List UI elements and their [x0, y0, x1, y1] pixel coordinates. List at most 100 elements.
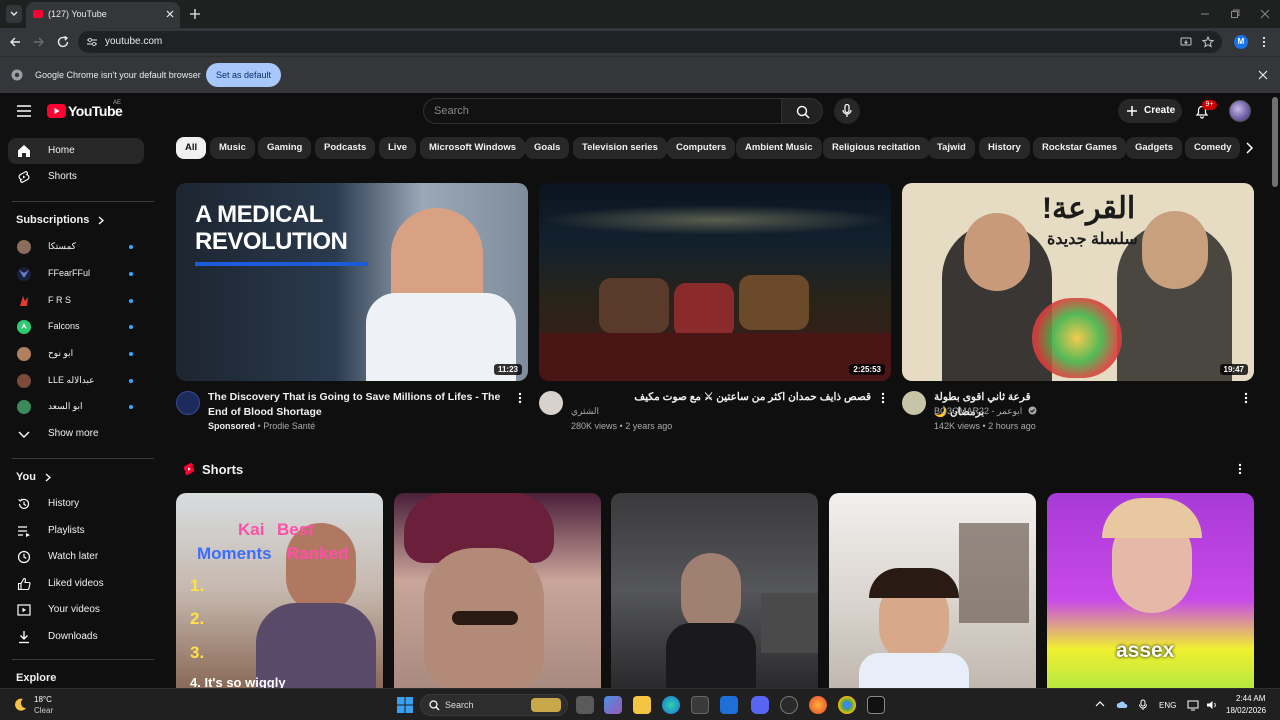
- chips-next-arrow-icon[interactable]: [1244, 141, 1254, 155]
- subscriptions-heading[interactable]: Subscriptions: [16, 214, 105, 226]
- sidebar-item-liked-videos[interactable]: Liked videos: [8, 571, 144, 597]
- subscription-item[interactable]: LLE عبدالاله: [8, 369, 144, 393]
- short-card[interactable]: [394, 493, 601, 688]
- address-bar[interactable]: youtube.com: [78, 31, 1222, 53]
- chrome-app-icon[interactable]: [838, 696, 856, 714]
- scrollbar-thumb[interactable]: [1272, 97, 1278, 187]
- hamburger-menu-icon[interactable]: [17, 105, 31, 117]
- short-card[interactable]: [829, 493, 1036, 688]
- video-title[interactable]: The Discovery That is Going to Save Mill…: [208, 390, 514, 420]
- back-arrow-icon[interactable]: [8, 35, 22, 49]
- channel-name[interactable]: الشثري: [571, 406, 599, 417]
- channel-avatar[interactable]: [902, 391, 926, 415]
- advertiser-name[interactable]: Prodie Santé: [263, 421, 315, 431]
- browser-tab[interactable]: (127) YouTube: [26, 2, 180, 28]
- mail-app-icon[interactable]: [720, 696, 738, 714]
- forward-arrow-icon[interactable]: [32, 35, 46, 49]
- new-tab-plus-icon[interactable]: [189, 8, 201, 20]
- account-avatar[interactable]: [1229, 100, 1251, 122]
- discord-app-icon[interactable]: [751, 696, 769, 714]
- channel-avatar[interactable]: [176, 391, 200, 415]
- video-thumbnail[interactable]: A MEDICAL REVOLUTION 11:23: [176, 183, 528, 381]
- subscription-item[interactable]: ابو السعد: [8, 395, 144, 419]
- chip-gaming[interactable]: Gaming: [258, 137, 312, 159]
- chip-rockstar-games[interactable]: Rockstar Games: [1033, 137, 1126, 159]
- chip-history[interactable]: History: [979, 137, 1030, 159]
- search-box[interactable]: [423, 98, 782, 124]
- page-scrollbar[interactable]: [1270, 93, 1280, 688]
- create-button[interactable]: Create: [1118, 99, 1182, 123]
- short-card[interactable]: Kai Best Moments Ranked 1. 2. 3. 4. It's…: [176, 493, 383, 688]
- microsoft-store-icon[interactable]: [691, 696, 709, 714]
- voice-search-button[interactable]: [834, 98, 860, 124]
- edge-browser-icon[interactable]: [662, 696, 680, 714]
- short-card[interactable]: [611, 493, 818, 688]
- sidebar-item-downloads[interactable]: Downloads: [8, 624, 144, 650]
- browser-profile-avatar[interactable]: M: [1234, 35, 1248, 49]
- video-thumbnail[interactable]: 2:25:53: [539, 183, 891, 381]
- chip-comedy[interactable]: Comedy: [1185, 137, 1241, 159]
- search-input[interactable]: [434, 105, 764, 117]
- restore-window-icon[interactable]: [1230, 9, 1240, 19]
- you-heading[interactable]: You: [16, 471, 52, 483]
- chip-all[interactable]: All: [176, 137, 207, 159]
- install-app-icon[interactable]: [1180, 36, 1192, 48]
- chip-gadgets[interactable]: Gadgets: [1126, 137, 1183, 159]
- subscription-item[interactable]: F R S: [8, 289, 144, 313]
- channel-name[interactable]: BO3OMAR22 - ابوعمر: [934, 406, 1037, 417]
- site-info-icon[interactable]: [86, 36, 98, 48]
- video-title[interactable]: قصص ذايف حمدان اكثر من ساعتين ⚔ مع صوت م…: [571, 390, 871, 405]
- sidebar-item-history[interactable]: History: [8, 491, 144, 517]
- chip-tajwid[interactable]: Tajwid: [928, 137, 975, 159]
- task-view-icon[interactable]: [576, 696, 594, 714]
- tray-overflow-chevron-icon[interactable]: [1095, 700, 1105, 708]
- chip-ambient-music[interactable]: Ambient Music: [736, 137, 822, 159]
- set-as-default-button[interactable]: Set as default: [206, 63, 281, 87]
- search-button[interactable]: [781, 98, 823, 124]
- chip-goals[interactable]: Goals: [525, 137, 570, 159]
- file-explorer-icon[interactable]: [633, 696, 651, 714]
- sidebar-item-playlists[interactable]: Playlists: [8, 518, 144, 544]
- reload-icon[interactable]: [56, 35, 70, 49]
- channel-avatar[interactable]: [539, 391, 563, 415]
- sidebar-item-watch-later[interactable]: Watch later: [8, 544, 144, 570]
- sidebar-item-your-videos[interactable]: Your videos: [8, 597, 144, 623]
- network-icon[interactable]: [1187, 699, 1199, 711]
- close-tab-icon[interactable]: [165, 9, 175, 19]
- video-thumbnail[interactable]: القرعة! سلسلة جديدة 19:47: [902, 183, 1254, 381]
- shorts-menu-kebab-icon[interactable]: [1238, 463, 1242, 475]
- sidebar-item-shorts[interactable]: Shorts: [8, 164, 144, 190]
- chip-television-series[interactable]: Television series: [573, 137, 667, 159]
- subscription-item[interactable]: Falcons: [8, 315, 144, 339]
- subscription-item[interactable]: ابو نوح: [8, 342, 144, 366]
- close-infobar-icon[interactable]: [1258, 70, 1268, 80]
- youtube-logo-icon[interactable]: [47, 104, 66, 118]
- chip-religious-recitation[interactable]: Religious recitation: [823, 137, 930, 159]
- sidebar-item-home[interactable]: Home: [8, 138, 144, 164]
- chip-live[interactable]: Live: [379, 137, 417, 159]
- bookmark-star-icon[interactable]: [1202, 36, 1214, 48]
- video-menu-kebab-icon[interactable]: [518, 392, 522, 404]
- subscription-item[interactable]: FFearFFul: [8, 262, 144, 286]
- chip-computers[interactable]: Computers: [667, 137, 736, 159]
- firefox-app-icon[interactable]: [809, 696, 827, 714]
- chrome-menu-kebab-icon[interactable]: [1262, 36, 1266, 48]
- video-menu-kebab-icon[interactable]: [881, 392, 885, 404]
- short-card[interactable]: assex: [1047, 493, 1254, 688]
- onedrive-cloud-icon[interactable]: [1116, 699, 1128, 711]
- tab-search-button[interactable]: [6, 5, 22, 23]
- widgets-app-icon[interactable]: [604, 696, 622, 714]
- volume-icon[interactable]: [1206, 699, 1218, 711]
- chip-microsoft-windows[interactable]: Microsoft Windows: [420, 137, 525, 159]
- chip-podcasts[interactable]: Podcasts: [315, 137, 376, 159]
- show-more-button[interactable]: Show more: [8, 421, 144, 447]
- taskbar-search[interactable]: Search: [420, 694, 568, 716]
- microphone-tray-icon[interactable]: [1137, 699, 1149, 711]
- subscription-item[interactable]: كمستكا: [8, 235, 144, 259]
- epic-games-icon[interactable]: [867, 696, 885, 714]
- video-menu-kebab-icon[interactable]: [1244, 392, 1248, 404]
- windows-start-icon[interactable]: [397, 697, 413, 713]
- input-language[interactable]: ENG: [1159, 701, 1176, 710]
- chip-music[interactable]: Music: [210, 137, 255, 159]
- moon-weather-icon[interactable]: [12, 697, 28, 713]
